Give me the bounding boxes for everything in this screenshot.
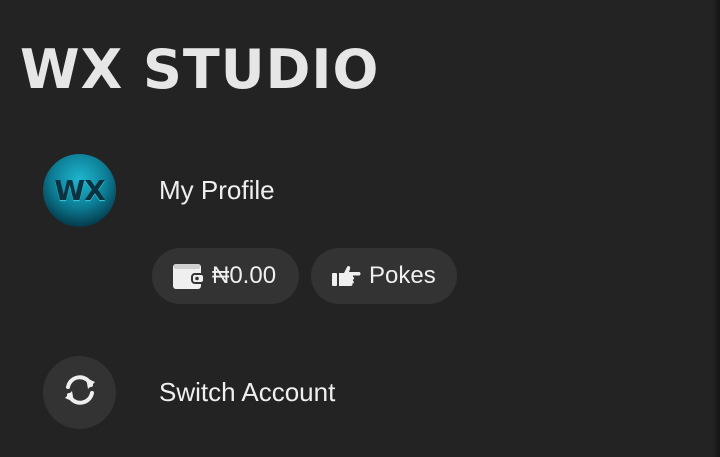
my-profile-label: My Profile [159,174,275,205]
pointing-hand-icon [331,265,361,287]
drawer-edge-shadow [712,0,720,457]
wallet-balance-chip[interactable]: ₦0.00 [152,248,299,304]
switch-account-row[interactable]: Switch Account [0,355,700,429]
switch-account-icon-button[interactable] [43,355,116,429]
app-title: WX STUDIO [20,38,380,101]
avatar-logo-text: WX [54,173,105,207]
sync-icon [60,370,100,415]
wallet-icon [172,262,204,290]
my-profile-row[interactable]: WX My Profile [0,153,700,227]
switch-account-label: Switch Account [159,376,336,407]
avatar[interactable]: WX [43,153,116,227]
wallet-balance-value: ₦0.00 [212,262,277,289]
drawer-panel: WX STUDIO WX My Profile ₦0.00 Pokes Swit… [0,0,720,457]
pokes-chip[interactable]: Pokes [311,248,457,304]
pokes-label: Pokes [369,262,436,289]
